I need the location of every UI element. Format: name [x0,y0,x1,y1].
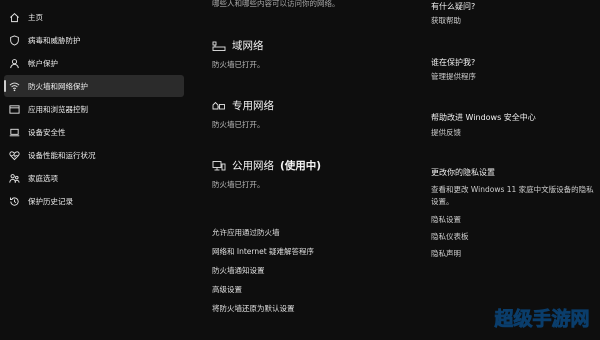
network-domain[interactable]: 域网络 防火墙已打开。 [212,38,392,70]
description-text: 哪些人和哪些内容可以访问你的网络。 [212,0,340,8]
sidebar-item-virus-protection[interactable]: 病毒和威胁防护 [4,29,184,51]
privacy-description: 查看和更改 Windows 11 家庭中文版设备的隐私设置。 [431,185,594,206]
right-panel: 有什么疑问? 获取帮助 谁在保护我? 管理提供程序 帮助改进 Windows 安… [425,0,595,340]
public-network-icon [212,160,226,172]
private-network-icon [212,100,226,112]
network-title: 公用网络 [232,160,274,172]
link-advanced-settings[interactable]: 高级设置 [212,284,242,295]
link-allow-app[interactable]: 允许应用通过防火墙 [212,227,280,238]
main-content: 哪些人和哪些内容可以访问你的网络。 域网络 防火墙已打开。 专用网络 防火墙已打… [200,0,390,340]
sidebar-item-label: 主页 [28,12,43,22]
improve-heading: 帮助改进 Windows 安全中心 [431,113,536,122]
sidebar-item-label: 家庭选项 [28,173,58,183]
network-status: 防火墙已打开。 [212,180,265,189]
person-icon [8,57,20,69]
sidebar-item-label: 帐户保护 [28,58,58,68]
sidebar-item-label: 设备安全性 [28,127,66,137]
family-icon [8,172,20,184]
network-title: 专用网络 [232,100,274,112]
feedback-link[interactable]: 提供反馈 [431,127,461,138]
shield-icon [8,34,20,46]
network-title: 域网络 [232,40,264,52]
sidebar: 主页 病毒和威胁防护 帐户保护 防火墙和网络保护 应用和浏览器控制 设备安全性 [0,0,186,340]
sidebar-item-app-browser-control[interactable]: 应用和浏览器控制 [4,98,184,120]
network-public[interactable]: 公用网络 (使用中) 防火墙已打开。 [212,158,392,190]
sidebar-item-firewall[interactable]: 防火墙和网络保护 [4,75,184,97]
sidebar-item-label: 病毒和威胁防护 [28,35,81,45]
home-icon [8,11,20,23]
network-status: 防火墙已打开。 [212,60,265,69]
network-status: 防火墙已打开。 [212,120,265,129]
sidebar-item-device-security[interactable]: 设备安全性 [4,121,184,143]
svg-text:超级手游网: 超级手游网 [493,307,589,330]
domain-network-icon [212,40,226,52]
laptop-icon [8,126,20,138]
sidebar-item-home[interactable]: 主页 [4,6,184,28]
sidebar-item-device-performance[interactable]: 设备性能和运行状况 [4,144,184,166]
site-watermark-logo: 超级手游网 [490,300,594,336]
sidebar-item-label: 设备性能和运行状况 [28,150,96,160]
app-window-icon [8,103,20,115]
link-restore-defaults[interactable]: 将防火墙还原为默认设置 [212,303,295,314]
protecting-heading: 谁在保护我? [431,58,476,67]
link-troubleshooter[interactable]: 网络和 Internet 疑难解答程序 [212,246,314,257]
history-icon [8,195,20,207]
question-heading: 有什么疑问? [431,2,476,11]
wifi-icon [8,80,20,92]
link-notification-settings[interactable]: 防火墙通知设置 [212,265,265,276]
sidebar-item-label: 防火墙和网络保护 [28,81,88,91]
privacy-statement-link[interactable]: 隐私声明 [431,248,461,259]
sidebar-item-family-options[interactable]: 家庭选项 [4,167,184,189]
sidebar-item-protection-history[interactable]: 保护历史记录 [4,190,184,212]
sidebar-item-label: 保护历史记录 [28,196,73,206]
privacy-settings-link[interactable]: 隐私设置 [431,214,461,225]
heart-pulse-icon [8,149,20,161]
network-private[interactable]: 专用网络 防火墙已打开。 [212,98,392,130]
sidebar-item-account-protection[interactable]: 帐户保护 [4,52,184,74]
privacy-dashboard-link[interactable]: 隐私仪表板 [431,231,469,242]
get-help-link[interactable]: 获取帮助 [431,15,461,26]
privacy-heading: 更改你的隐私设置 [431,168,495,177]
manage-providers-link[interactable]: 管理提供程序 [431,71,476,82]
network-active-label: (使用中) [280,160,322,172]
sidebar-item-label: 应用和浏览器控制 [28,104,88,114]
